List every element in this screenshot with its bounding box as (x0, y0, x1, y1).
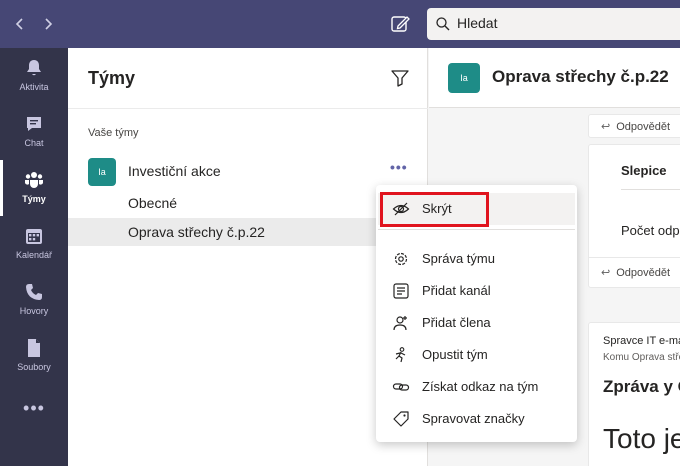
app-teams[interactable]: Týmy (0, 160, 68, 216)
highlight-annotation (380, 192, 489, 227)
divider (589, 257, 680, 258)
response-count: Počet odpovědí (621, 223, 680, 238)
team-avatar: Ia (88, 158, 116, 186)
app-bar: Aktivita Chat Týmy Kalendář Hovory Soubo… (0, 48, 68, 466)
menu-item-label: Správa týmu (422, 251, 495, 266)
add-member-icon (393, 316, 407, 331)
menu-item-label: Opustit tým (422, 347, 488, 362)
menu-item-manage-team[interactable]: Správa týmu (378, 243, 575, 275)
file-icon (28, 339, 40, 357)
compose-icon (391, 16, 410, 32)
app-activity-label: Aktivita (19, 82, 49, 92)
reply-icon: ↩ (601, 121, 611, 133)
chevron-left-icon (15, 18, 23, 30)
filter-icon[interactable] (390, 68, 410, 88)
compose-button[interactable] (388, 12, 412, 36)
chat-icon (27, 117, 41, 131)
app-chat[interactable]: Chat (0, 104, 68, 160)
app-calendar[interactable]: Kalendář (0, 216, 68, 272)
menu-item-add-channel[interactable]: Přidat kanál (378, 275, 575, 307)
bell-icon (27, 60, 41, 76)
title-bar: Hledat (0, 0, 680, 48)
reply-bar-top[interactable]: ↩ Odpovědět (588, 114, 680, 138)
app-calendar-label: Kalendář (15, 250, 53, 260)
menu-item-label: Získat odkaz na tým (422, 379, 539, 394)
teams-icon (25, 172, 43, 188)
add-channel-icon (393, 283, 409, 299)
gear-icon (394, 252, 408, 266)
app-files[interactable]: Soubory (0, 328, 68, 384)
channel-item-general[interactable]: Obecné (68, 189, 428, 217)
menu-item-get-link[interactable]: Získat odkaz na tým (378, 371, 575, 403)
poll-option: Slepice (621, 163, 667, 178)
channel-label: Obecné (128, 195, 178, 211)
channel-title: Oprava střechy č.p.22 (492, 67, 669, 86)
menu-separator (378, 229, 575, 230)
search-icon (436, 17, 450, 31)
leave-icon (395, 347, 406, 363)
back-button[interactable] (10, 12, 30, 36)
message-card: Spravce IT e-mail Komu Oprava střechy Zp… (588, 322, 680, 466)
link-icon (392, 383, 410, 391)
menu-item-label: Přidat kanál (422, 283, 491, 298)
menu-item-label: Přidat člena (422, 315, 491, 330)
app-chat-label: Chat (24, 138, 44, 148)
post-author: Spravce IT e-mail (603, 335, 680, 347)
tag-icon (393, 411, 409, 427)
post-recipient: Komu Oprava střechy (603, 352, 680, 363)
reply-label: Odpovědět (616, 121, 671, 133)
poll-card: Slepice Počet odpovědí ↩ Odpovědět (588, 144, 680, 288)
panel-title: Týmy (88, 68, 136, 88)
app-teams-label: Týmy (22, 194, 46, 204)
reply-button[interactable]: ↩ Odpovědět (601, 266, 670, 279)
chevron-right-icon (45, 18, 53, 30)
post-body: Toto je (603, 423, 680, 454)
app-calls[interactable]: Hovory (0, 272, 68, 328)
menu-item-label: Spravovat značky (422, 411, 525, 426)
reply-label: Odpovědět (616, 267, 671, 279)
channel-item-roof-repair[interactable]: Oprava střechy č.p.22 (68, 218, 428, 246)
team-name: Investiční akce (128, 163, 221, 179)
divider (68, 108, 428, 109)
menu-item-add-member[interactable]: Přidat člena (378, 307, 575, 339)
section-label-your-teams: Vaše týmy (88, 127, 139, 139)
phone-icon (26, 284, 42, 300)
divider (621, 189, 680, 190)
reply-icon: ↩ (601, 267, 611, 279)
app-activity[interactable]: Aktivita (0, 48, 68, 104)
menu-item-leave-team[interactable]: Opustit tým (378, 339, 575, 371)
teams-panel: Týmy Vaše týmy Ia Investiční akce ••• Ob… (68, 48, 428, 466)
search-input[interactable]: Hledat (427, 8, 680, 40)
calendar-icon (26, 229, 42, 244)
team-item[interactable]: Ia Investiční akce ••• (68, 154, 428, 188)
app-more-button[interactable]: ••• (0, 398, 68, 419)
menu-item-manage-tags[interactable]: Spravovat značky (378, 403, 575, 435)
forward-button[interactable] (38, 12, 58, 36)
channel-header: Ia Oprava střechy č.p.22 (429, 48, 680, 108)
channel-label: Oprava střechy č.p.22 (128, 224, 265, 240)
app-files-label: Soubory (17, 362, 51, 372)
post-subject: Zpráva y Outlooku (603, 377, 680, 396)
channel-avatar: Ia (448, 63, 480, 93)
team-more-options-button[interactable]: ••• (390, 159, 408, 175)
app-calls-label: Hovory (19, 306, 49, 316)
search-placeholder: Hledat (457, 15, 498, 31)
